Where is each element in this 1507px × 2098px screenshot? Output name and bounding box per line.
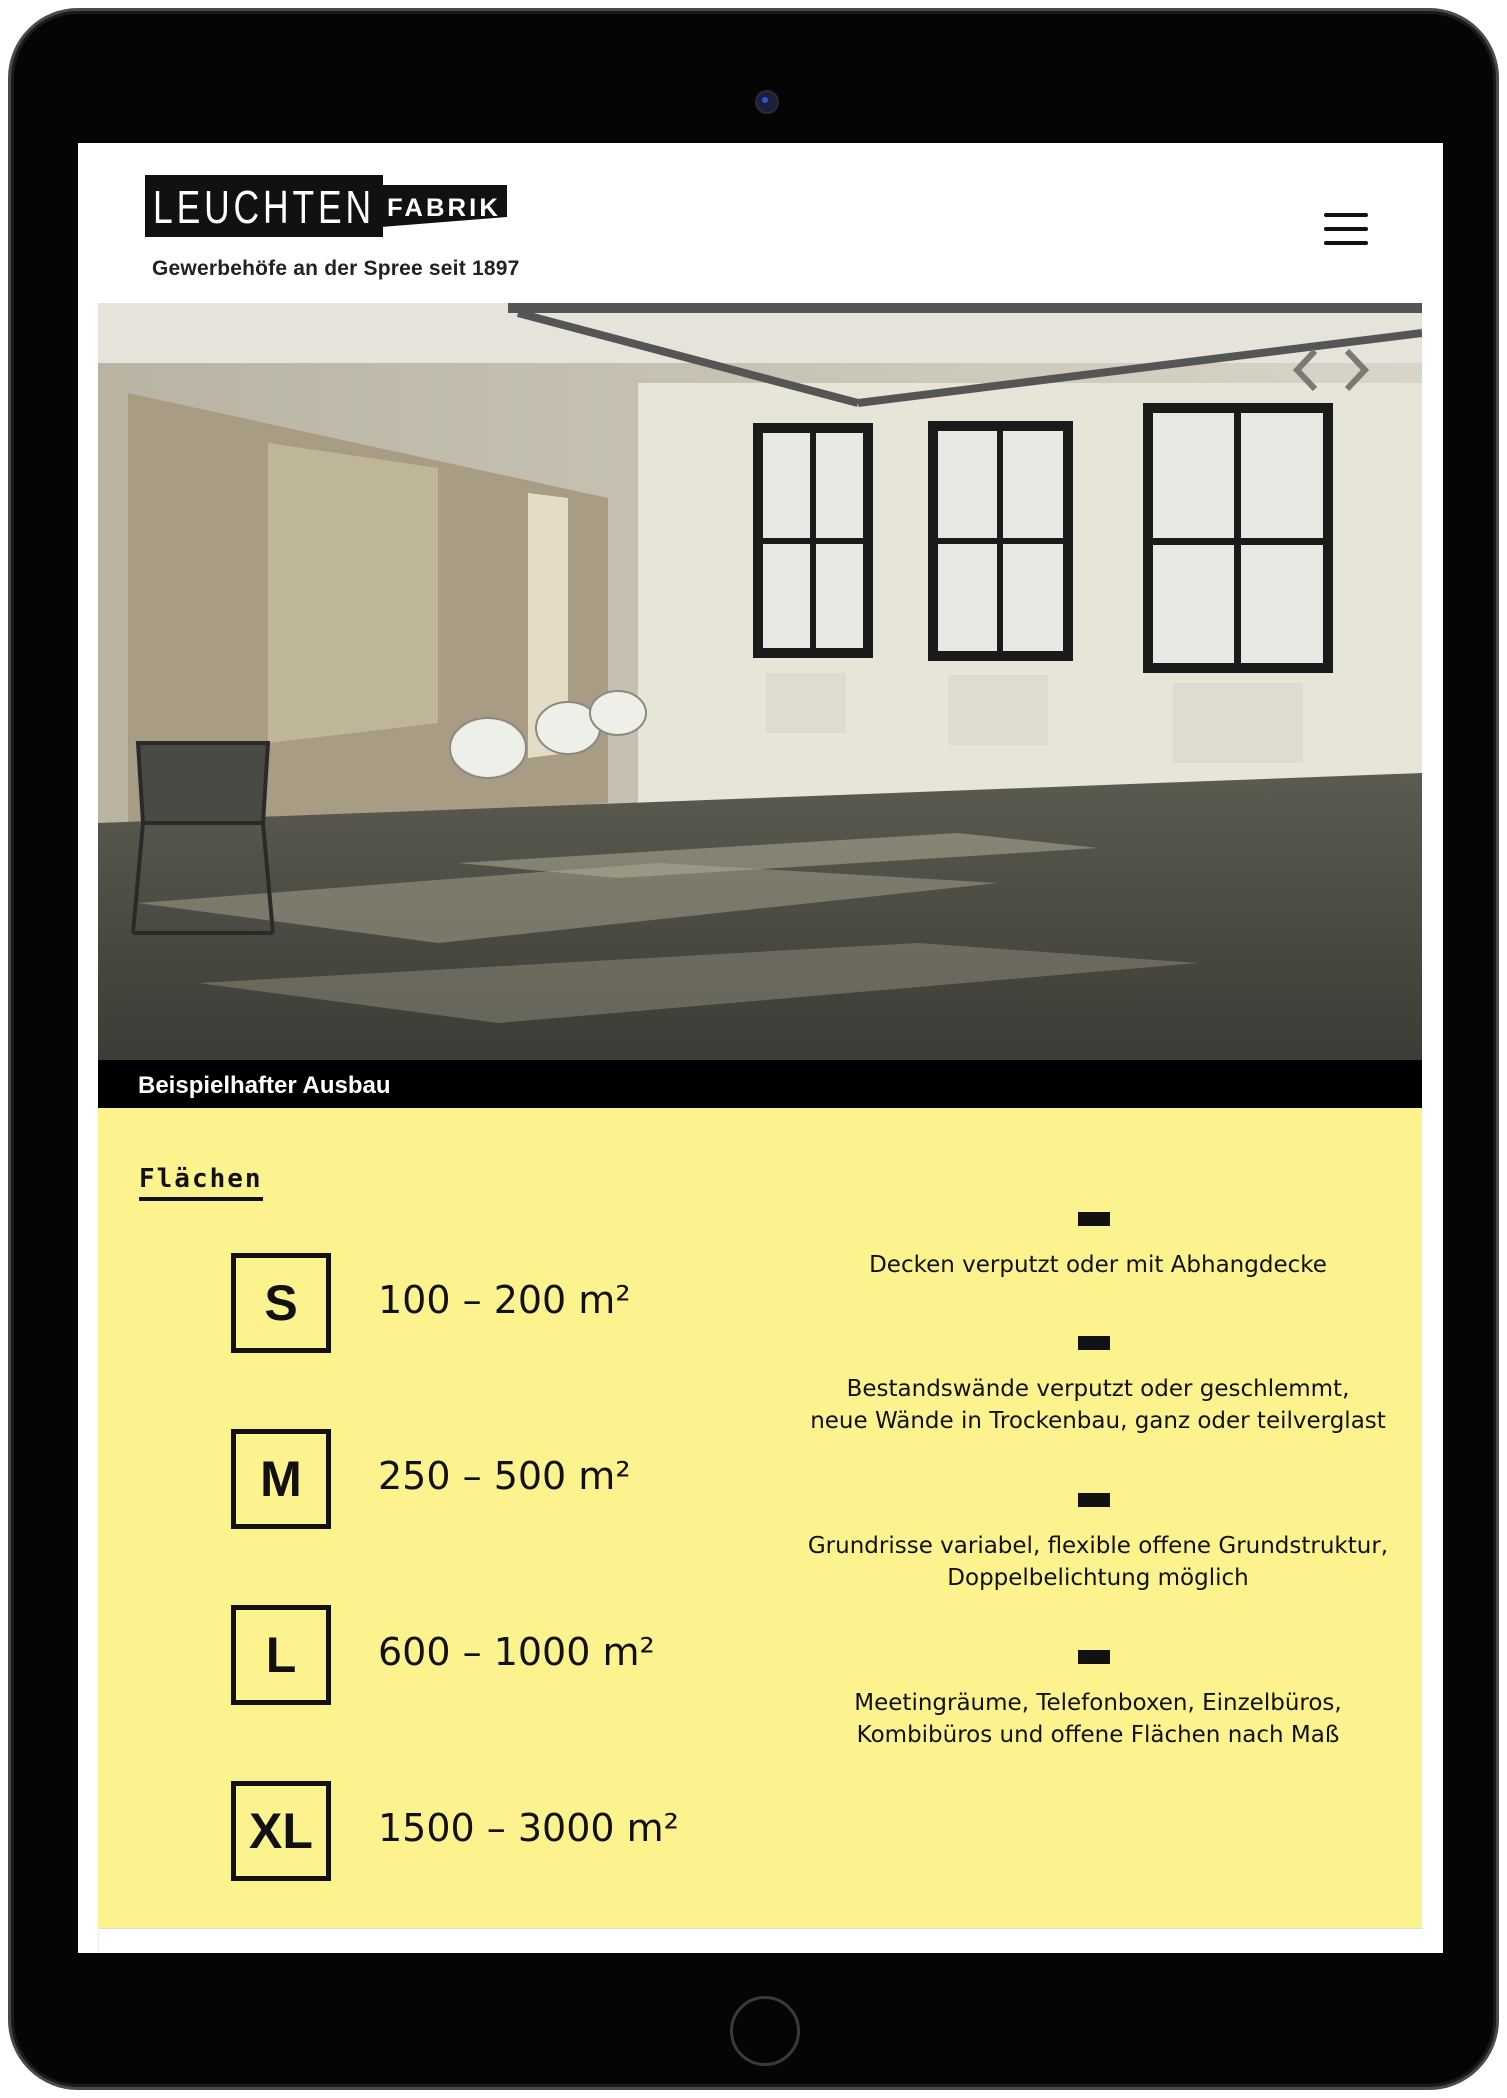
hero-image bbox=[98, 303, 1422, 1060]
feature-dash bbox=[1078, 1212, 1110, 1226]
site-logo[interactable]: LEUCHTEN FABRIK bbox=[145, 175, 507, 237]
feature-item: Meetingräume, Telefonboxen, Einzelbüros,… bbox=[778, 1687, 1418, 1751]
feature-item: Grundrisse variabel, flexible offene Gru… bbox=[778, 1530, 1418, 1594]
size-badge-l: L bbox=[231, 1605, 331, 1705]
hamburger-icon[interactable] bbox=[1324, 213, 1368, 245]
site-header: LEUCHTEN FABRIK Gewerbehöfe an der Spree… bbox=[78, 143, 1443, 303]
logo-text-sub: FABRIK bbox=[387, 194, 501, 222]
size-badge-xl: XL bbox=[231, 1781, 331, 1881]
size-badge-s: S bbox=[231, 1253, 331, 1353]
hero-caption: Beispielhafter Ausbau bbox=[138, 1072, 391, 1099]
next-section-edge bbox=[98, 1928, 1423, 1953]
logo-text-main: LEUCHTEN bbox=[153, 181, 375, 233]
feature-item: Bestandswände verputzt oder geschlemmt, … bbox=[778, 1373, 1418, 1437]
feature-dash bbox=[1078, 1650, 1110, 1664]
feature-line: Bestandswände verputzt oder geschlemmt, bbox=[846, 1376, 1350, 1402]
camera-lens bbox=[755, 90, 779, 114]
size-range-xl: 1500 – 3000 m² bbox=[378, 1806, 679, 1850]
feature-line: Grundrisse variabel, flexible offene Gru… bbox=[807, 1533, 1389, 1559]
areas-section: Flächen S 100 – 200 m² M 250 – 500 m² L … bbox=[98, 1108, 1422, 1928]
home-button[interactable] bbox=[730, 1996, 800, 2066]
size-range-s: 100 – 200 m² bbox=[378, 1278, 631, 1322]
loft-interior-photo bbox=[98, 303, 1422, 1060]
size-range-m: 250 – 500 m² bbox=[378, 1454, 631, 1498]
feature-item: Decken verputzt oder mit Abhangdecke bbox=[778, 1249, 1418, 1281]
feature-line: Decken verputzt oder mit Abhangdecke bbox=[869, 1252, 1327, 1278]
chevron-left-icon[interactable] bbox=[1291, 345, 1321, 395]
logo-graphic: LEUCHTEN FABRIK bbox=[145, 175, 507, 237]
size-range-l: 600 – 1000 m² bbox=[378, 1630, 655, 1674]
size-badge-m: M bbox=[231, 1429, 331, 1529]
screen: LEUCHTEN FABRIK Gewerbehöfe an der Spree… bbox=[78, 143, 1443, 1953]
feature-line: Doppelbelichtung möglich bbox=[947, 1565, 1249, 1591]
feature-line: Kombibüros und offene Flächen nach Maß bbox=[856, 1722, 1340, 1748]
hero-caption-bar: Beispielhafter Ausbau bbox=[98, 1060, 1422, 1108]
site-tagline: Gewerbehöfe an der Spree seit 1897 bbox=[152, 257, 520, 280]
feature-dash bbox=[1078, 1493, 1110, 1507]
chevron-right-icon[interactable] bbox=[1341, 345, 1371, 395]
feature-line: neue Wände in Trockenbau, ganz oder teil… bbox=[810, 1408, 1386, 1434]
feature-dash bbox=[1078, 1336, 1110, 1350]
feature-line: Meetingräume, Telefonboxen, Einzelbüros, bbox=[854, 1690, 1342, 1716]
section-title: Flächen bbox=[139, 1164, 263, 1201]
